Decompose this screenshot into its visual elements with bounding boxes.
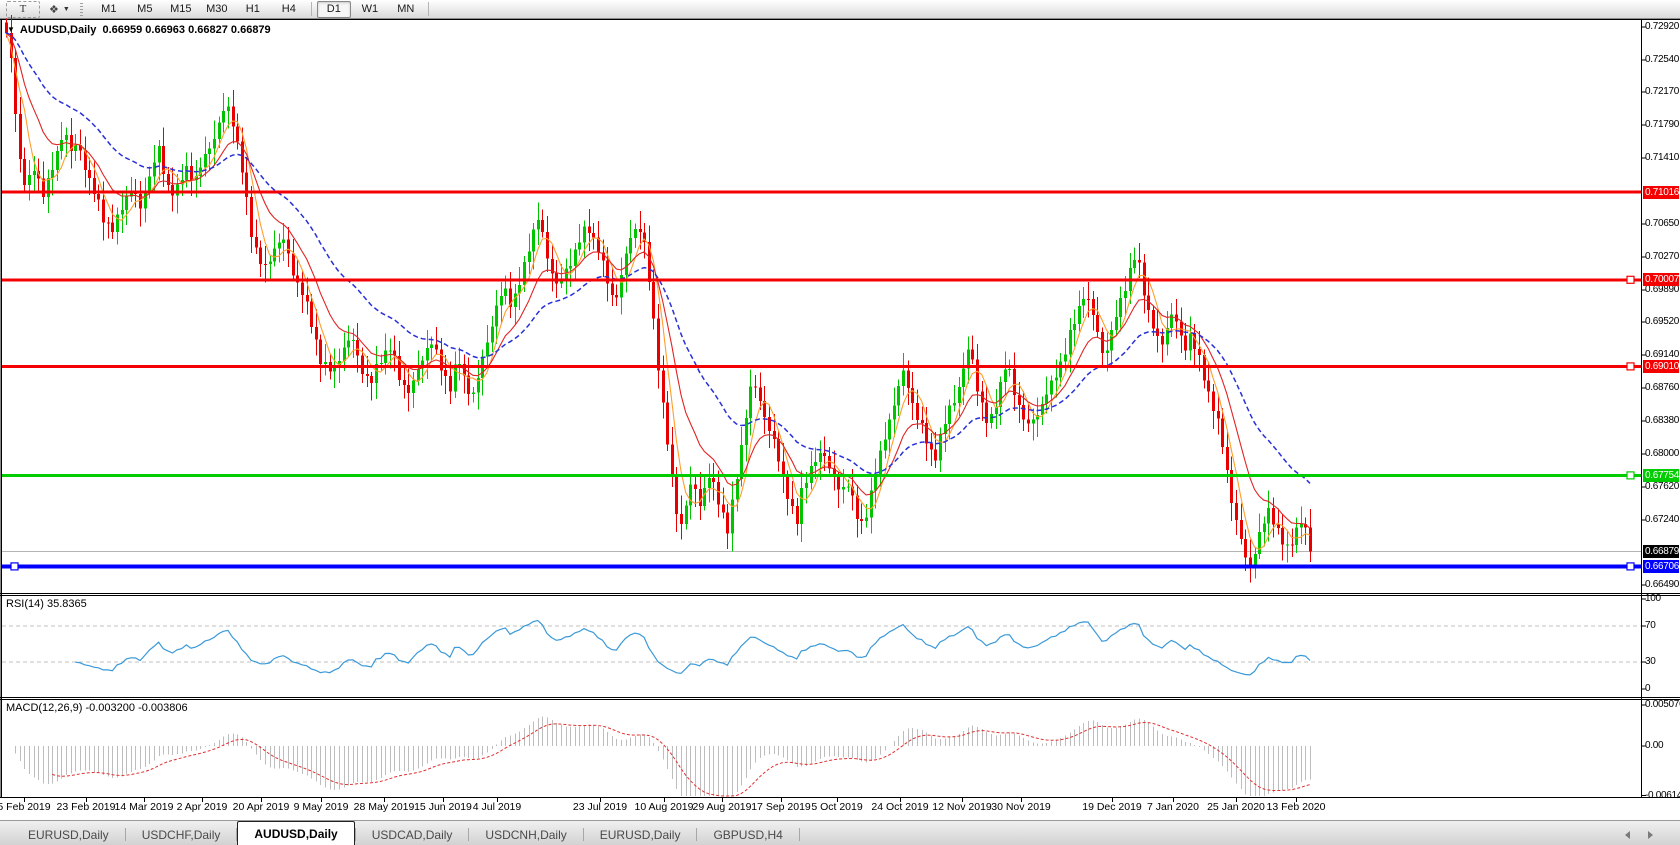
ohlc-quote-label: 0.66959 0.66963 0.66827 0.66879: [102, 24, 270, 36]
collapse-chart-icon[interactable]: ▼: [7, 25, 15, 34]
hline-price-label[interactable]: 0.69010: [1643, 360, 1679, 373]
ma-slow-line[interactable]: [6, 33, 1310, 483]
price-axis-tick: 0.68760: [1645, 382, 1679, 393]
time-axis-label: 5 Feb 2019: [0, 801, 51, 813]
price-axis-tick: 0.72170: [1645, 86, 1679, 97]
hline-handle[interactable]: [1627, 472, 1634, 479]
chart-tab-usdcad-daily[interactable]: USDCAD,Daily: [356, 824, 469, 845]
rsi-axis-tick: 100: [1645, 593, 1679, 604]
mt4-window: T ❖ ▼ M1M5M15M30H1H4D1W1MN ▼AUDUSD,Daily…: [0, 0, 1680, 845]
price-chart-canvas[interactable]: [0, 0, 1680, 845]
time-axis-label: 17 Sep 2019: [751, 801, 811, 813]
rsi-line: [75, 621, 1310, 675]
rsi-axis-tick: 0: [1645, 683, 1679, 694]
price-axis-tick: 0.70270: [1645, 251, 1679, 262]
macd-axis-tick: -0.00614: [1645, 790, 1679, 801]
hline-handle[interactable]: [11, 563, 18, 570]
hline-price-label[interactable]: 0.66706: [1643, 560, 1679, 573]
price-axis-tick: 0.68000: [1645, 448, 1679, 459]
chart-title: ▼ AUDUSD,Daily 0.66959 0.66963 0.66827 0.…: [7, 24, 271, 36]
hline-handle[interactable]: [1627, 276, 1634, 283]
hline-price-label[interactable]: 0.70007: [1643, 273, 1679, 286]
time-axis-label: 2 Apr 2019: [177, 801, 228, 813]
hline-price-label[interactable]: 0.67754: [1643, 469, 1679, 482]
price-axis-tick: 0.72540: [1645, 54, 1679, 65]
rsi-indicator-label: RSI(14) 35.8365: [6, 598, 87, 610]
time-axis-label: 23 Jul 2019: [573, 801, 627, 813]
hline-handle[interactable]: [1627, 563, 1634, 570]
macd-axis-tick: 0.00: [1645, 740, 1679, 751]
price-axis-tick: 0.72920: [1645, 21, 1679, 32]
time-axis-label: 28 May 2019: [354, 801, 415, 813]
chart-tab-audusd-daily[interactable]: AUDUSD,Daily: [237, 821, 354, 845]
time-axis-label: 25 Jan 2020: [1207, 801, 1265, 813]
price-axis-tick: 0.66490: [1645, 579, 1679, 590]
chart-tab-gbpusd-h4[interactable]: GBPUSD,H4: [697, 824, 798, 845]
rsi-axis-tick: 70: [1645, 620, 1679, 631]
candles-down-wicks: [7, 15, 1311, 583]
tabs-scroll-left-icon[interactable]: [1625, 831, 1630, 839]
candles-up-bodies: [28, 107, 1303, 565]
chart-tab-eurusd-daily[interactable]: EURUSD,Daily: [12, 824, 125, 845]
price-axis-tick: 0.70650: [1645, 218, 1679, 229]
time-axis-label: 12 Nov 2019: [932, 801, 992, 813]
macd-indicator-label: MACD(12,26,9) -0.003200 -0.003806: [6, 702, 188, 714]
price-axis-tick: 0.69140: [1645, 349, 1679, 360]
time-axis-label: 5 Oct 2019: [811, 801, 862, 813]
time-axis-label: 23 Feb 2019: [57, 801, 116, 813]
price-axis-tick: 0.71410: [1645, 152, 1679, 163]
price-axis-tick: 0.67620: [1645, 481, 1679, 492]
symbol-period-label: AUDUSD,Daily: [20, 24, 96, 36]
current-price-label: 0.66879: [1643, 545, 1679, 558]
rsi-axis-tick: 30: [1645, 656, 1679, 667]
time-axis-label: 14 Mar 2019: [115, 801, 174, 813]
time-axis-label: 30 Nov 2019: [991, 801, 1051, 813]
time-axis-label: 20 Apr 2019: [233, 801, 290, 813]
time-axis-label: 15 Jun 2019: [414, 801, 472, 813]
price-axis-tick: 0.69520: [1645, 316, 1679, 327]
time-axis-label: 10 Aug 2019: [635, 801, 694, 813]
price-axis-tick: 0.71790: [1645, 119, 1679, 130]
time-axis-label: 13 Feb 2020: [1267, 801, 1326, 813]
time-axis-label: 9 May 2019: [294, 801, 349, 813]
chart-tab-eurusd-daily[interactable]: EURUSD,Daily: [584, 824, 697, 845]
time-axis-label: 4 Jul 2019: [473, 801, 521, 813]
time-axis-label: 7 Jan 2020: [1147, 801, 1199, 813]
tab-separator: [799, 828, 800, 841]
macd-axis-tick: 0.005076: [1645, 699, 1679, 710]
chart-tab-bar: EURUSD,DailyUSDCHF,DailyAUDUSD,DailyUSDC…: [0, 820, 1680, 845]
ma-fast-line[interactable]: [6, 33, 1310, 549]
chart-tab-usdchf-daily[interactable]: USDCHF,Daily: [126, 824, 237, 845]
price-axis-tick: 0.67240: [1645, 514, 1679, 525]
time-axis-label: 19 Dec 2019: [1082, 801, 1142, 813]
price-axis-tick: 0.68380: [1645, 415, 1679, 426]
tabs-scroll-right-icon[interactable]: [1648, 831, 1653, 839]
time-axis-label: 29 Aug 2019: [693, 801, 752, 813]
hline-price-label[interactable]: 0.71016: [1643, 186, 1679, 199]
hline-handle[interactable]: [1627, 363, 1634, 370]
chart-tab-usdcnh-daily[interactable]: USDCNH,Daily: [469, 824, 582, 845]
time-axis-label: 24 Oct 2019: [871, 801, 928, 813]
macd-histogram: [16, 716, 1311, 796]
